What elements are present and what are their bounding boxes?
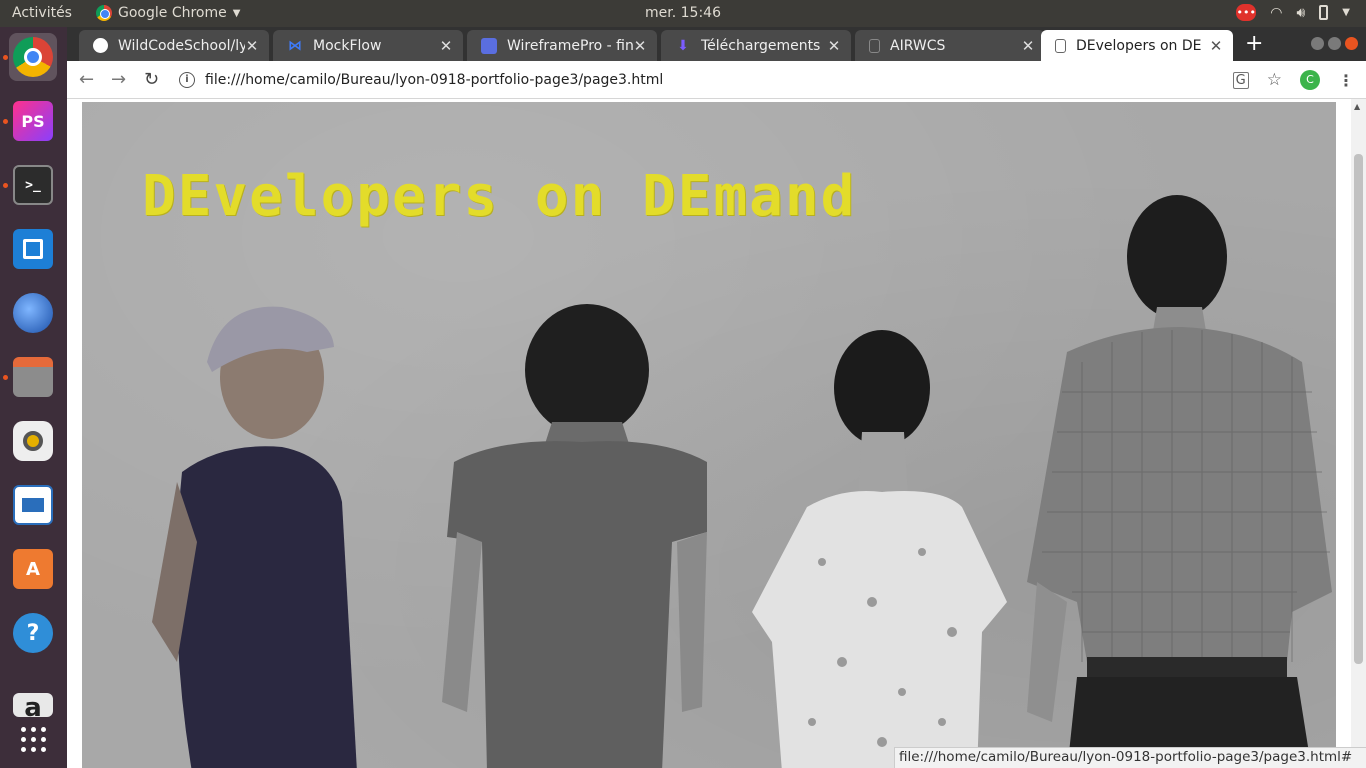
wireframepro-icon	[481, 37, 497, 54]
maximize-button[interactable]	[1328, 37, 1341, 50]
system-tray: ••• ◠ 🔊︎ ▼	[1236, 4, 1350, 21]
tab-label: WireframePro - fin	[507, 37, 633, 54]
browser-toolbar: ← → ↻ i file:///home/camilo/Bureau/lyon-…	[67, 61, 1366, 99]
scroll-up-arrow-icon[interactable]: ▲	[1354, 102, 1360, 111]
close-icon[interactable]: ✕	[1021, 37, 1035, 55]
launcher-phpstorm[interactable]: PS	[3, 97, 57, 145]
launcher-chrome[interactable]	[3, 33, 57, 81]
tab-downloads[interactable]: ⬇ Téléchargements ✕	[661, 30, 851, 61]
activities-button[interactable]: Activités	[12, 5, 72, 21]
close-icon[interactable]: ✕	[439, 37, 453, 55]
tab-label: DEvelopers on DE	[1076, 37, 1202, 54]
scrollbar-thumb[interactable]	[1354, 154, 1363, 664]
launcher-help[interactable]: ?	[9, 609, 57, 657]
info-icon[interactable]: i	[179, 72, 195, 88]
menu-kebab-icon[interactable]: ⋮	[1338, 71, 1354, 90]
address-url: file:///home/camilo/Bureau/lyon-0918-por…	[205, 72, 664, 88]
tab-airwcs[interactable]: AIRWCS ✕	[855, 30, 1045, 61]
close-icon[interactable]: ✕	[633, 37, 647, 55]
system-top-bar: Activités Google Chrome ▼ mer. 15:46 •••…	[0, 0, 1366, 27]
software-center-icon: A	[13, 549, 53, 589]
close-icon[interactable]: ✕	[827, 37, 841, 55]
brackets-icon	[13, 229, 53, 269]
system-menu-icon[interactable]: ▼	[1342, 7, 1350, 18]
launcher-terminal[interactable]: >_	[3, 161, 57, 209]
page-title: DEvelopers on DEmand	[142, 164, 857, 229]
tab-developers-on-demand[interactable]: DEvelopers on DE ✕	[1041, 30, 1233, 61]
chevron-down-icon: ▼	[232, 7, 241, 19]
launcher-rhythmbox[interactable]	[9, 417, 57, 465]
forward-button[interactable]: →	[111, 69, 126, 90]
running-indicator	[3, 183, 8, 188]
tab-label: Téléchargements	[701, 37, 821, 54]
launcher-show-apps[interactable]	[9, 715, 57, 763]
running-indicator	[3, 375, 8, 380]
show-apps-icon	[20, 726, 46, 752]
reload-button[interactable]: ↻	[144, 69, 159, 90]
tab-label: MockFlow	[313, 37, 382, 54]
launcher-amazon[interactable]: a	[9, 673, 57, 723]
running-indicator	[3, 55, 8, 60]
thunderbird-icon	[13, 293, 53, 333]
translate-icon[interactable]: G	[1232, 71, 1249, 89]
tab-mockflow[interactable]: ⋈ MockFlow ✕	[273, 30, 463, 61]
libreoffice-writer-icon	[13, 485, 53, 525]
running-indicator	[3, 119, 8, 124]
terminal-icon: >_	[13, 165, 53, 205]
download-icon: ⬇	[677, 37, 689, 54]
document-icon	[869, 38, 880, 53]
hero-photo: DEvelopers on DEmand	[82, 102, 1336, 768]
toolbar-actions: G ☆ C ⋮	[1232, 70, 1354, 90]
tab-label: AIRWCS	[890, 37, 946, 54]
minimize-button[interactable]	[1311, 37, 1324, 50]
chat-notification-icon[interactable]: •••	[1236, 4, 1257, 21]
tab-strip: WildCodeSchool/ly ✕ ⋈ MockFlow ✕ Wirefra…	[67, 27, 1366, 61]
page-scrollbar[interactable]: ▲	[1351, 99, 1366, 768]
new-tab-button[interactable]: +	[1245, 31, 1263, 56]
launcher-brackets[interactable]	[9, 225, 57, 273]
mockflow-icon: ⋈	[288, 37, 302, 54]
phpstorm-icon: PS	[13, 101, 53, 141]
launcher-dock: PS >_ A ? a	[0, 27, 67, 768]
close-window-button[interactable]	[1345, 37, 1358, 50]
close-icon[interactable]: ✕	[245, 37, 259, 55]
github-icon	[93, 38, 108, 53]
wifi-icon[interactable]: ◠	[1270, 5, 1282, 21]
help-icon: ?	[13, 613, 53, 653]
amazon-icon: a	[13, 693, 53, 723]
chrome-icon	[13, 37, 53, 77]
tab-wireframepro[interactable]: WireframePro - fin ✕	[467, 30, 657, 61]
files-icon	[13, 357, 53, 397]
link-status-bubble: file:///home/camilo/Bureau/lyon-0918-por…	[894, 747, 1366, 768]
close-icon[interactable]: ✕	[1209, 37, 1223, 55]
battery-icon[interactable]	[1319, 5, 1329, 20]
page-viewport: DEvelopers on DEmand ▲	[67, 99, 1366, 768]
launcher-thunderbird[interactable]	[9, 289, 57, 337]
back-button[interactable]: ←	[79, 69, 94, 90]
address-bar[interactable]: i file:///home/camilo/Bureau/lyon-0918-p…	[179, 67, 1219, 93]
chrome-icon	[96, 5, 112, 21]
tab-github[interactable]: WildCodeSchool/ly ✕	[79, 30, 269, 61]
rhythmbox-icon	[13, 421, 53, 461]
launcher-software-center[interactable]: A	[9, 545, 57, 593]
launcher-files[interactable]	[3, 353, 57, 401]
bookmark-star-icon[interactable]: ☆	[1267, 70, 1282, 90]
app-menu-label: Google Chrome	[118, 5, 227, 21]
profile-avatar[interactable]: C	[1300, 70, 1320, 90]
document-icon	[1055, 38, 1066, 53]
tab-label: WildCodeSchool/ly	[118, 37, 245, 54]
app-menu[interactable]: Google Chrome ▼	[96, 5, 240, 21]
window-controls	[1311, 37, 1358, 50]
volume-icon[interactable]: 🔊︎	[1296, 5, 1305, 21]
launcher-writer[interactable]	[9, 481, 57, 529]
